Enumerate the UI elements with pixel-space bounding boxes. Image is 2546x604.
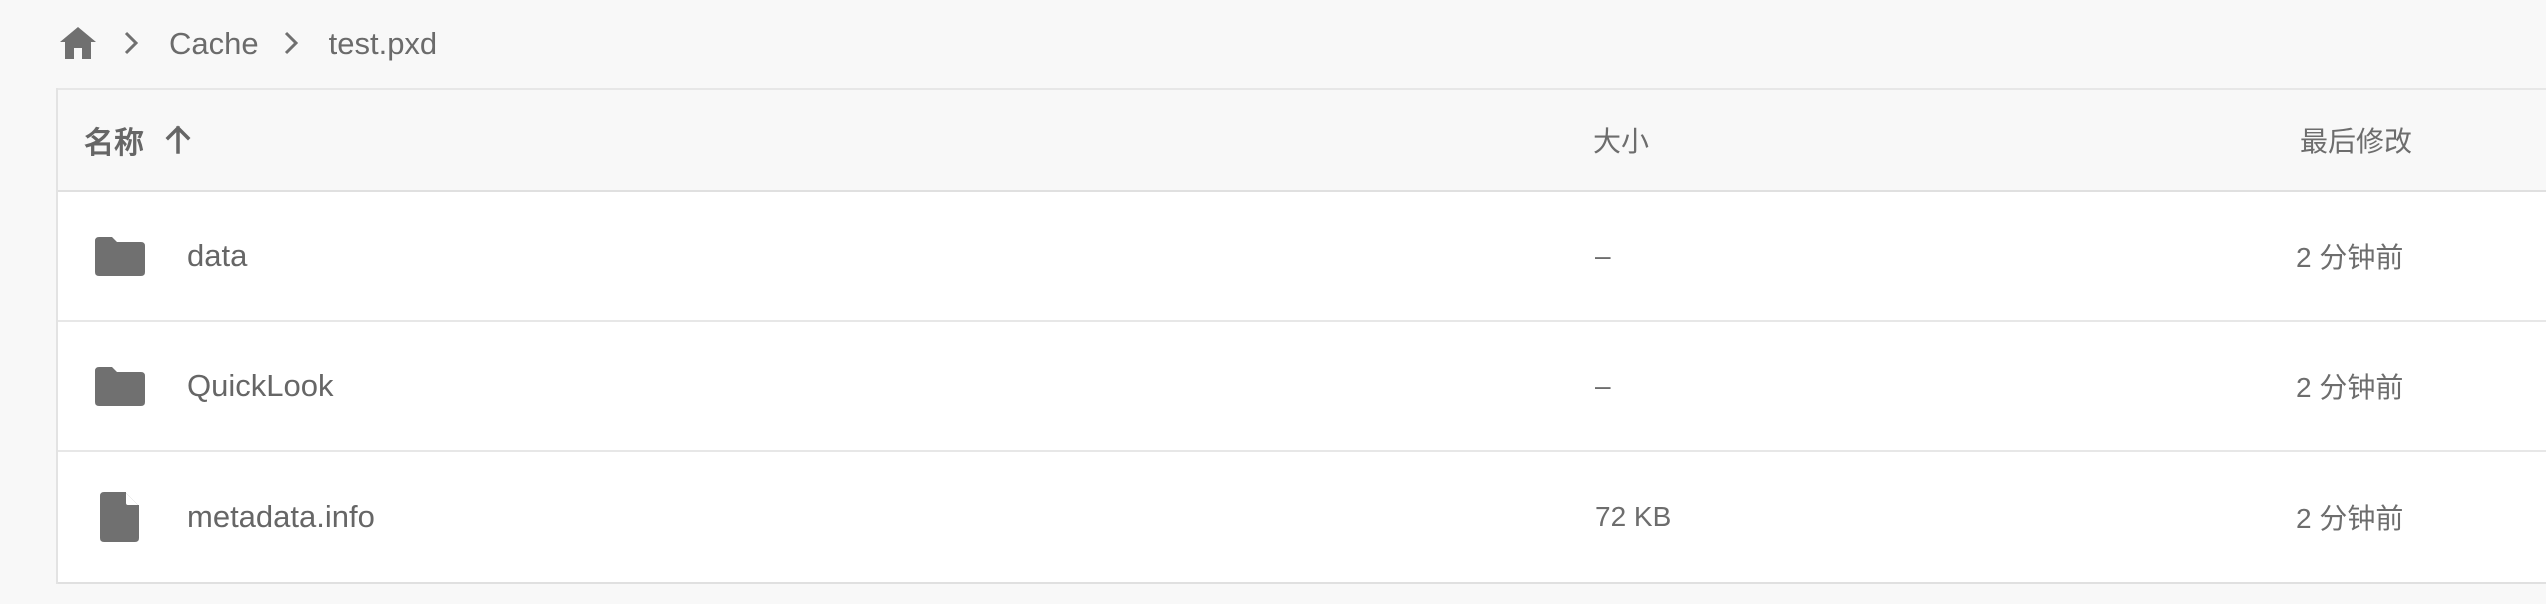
chevron-right-icon xyxy=(113,25,149,61)
column-header-size[interactable]: 大小 xyxy=(1593,90,1649,190)
column-header-name-label: 名称 xyxy=(84,127,144,160)
file-table: 名称 大小 最后修改 data – 2 分钟前 QuickLook – 2 分钟… xyxy=(56,88,2546,584)
column-header-modified[interactable]: 最后修改 xyxy=(2300,90,2412,190)
table-body: data – 2 分钟前 QuickLook – 2 分钟前 metadata.… xyxy=(58,192,2546,584)
column-header-name[interactable]: 名称 xyxy=(84,90,196,190)
home-icon[interactable] xyxy=(57,22,99,64)
breadcrumb-cache[interactable]: Cache xyxy=(169,28,259,59)
file-name: metadata.info xyxy=(187,499,375,534)
table-header: 名称 大小 最后修改 xyxy=(58,88,2546,192)
folder-icon xyxy=(92,358,148,414)
file-name: QuickLook xyxy=(187,368,334,403)
chevron-right-icon xyxy=(273,25,309,61)
file-name: data xyxy=(187,238,248,273)
file-modified: 2 分钟前 xyxy=(2296,503,2404,534)
file-size: – xyxy=(1595,370,1611,401)
file-size: 72 KB xyxy=(1595,501,1672,532)
breadcrumb-test-pxd[interactable]: test.pxd xyxy=(329,28,438,59)
breadcrumb: Cache test.pxd xyxy=(57,0,437,86)
file-icon xyxy=(92,489,148,545)
table-row[interactable]: data – 2 分钟前 xyxy=(58,192,2546,322)
table-row[interactable]: metadata.info 72 KB 2 分钟前 xyxy=(58,452,2546,582)
folder-icon xyxy=(92,228,148,284)
file-size: – xyxy=(1595,240,1611,271)
table-row[interactable]: QuickLook – 2 分钟前 xyxy=(58,322,2546,452)
arrow-up-icon xyxy=(160,122,196,158)
file-modified: 2 分钟前 xyxy=(2296,242,2404,273)
file-modified: 2 分钟前 xyxy=(2296,372,2404,403)
